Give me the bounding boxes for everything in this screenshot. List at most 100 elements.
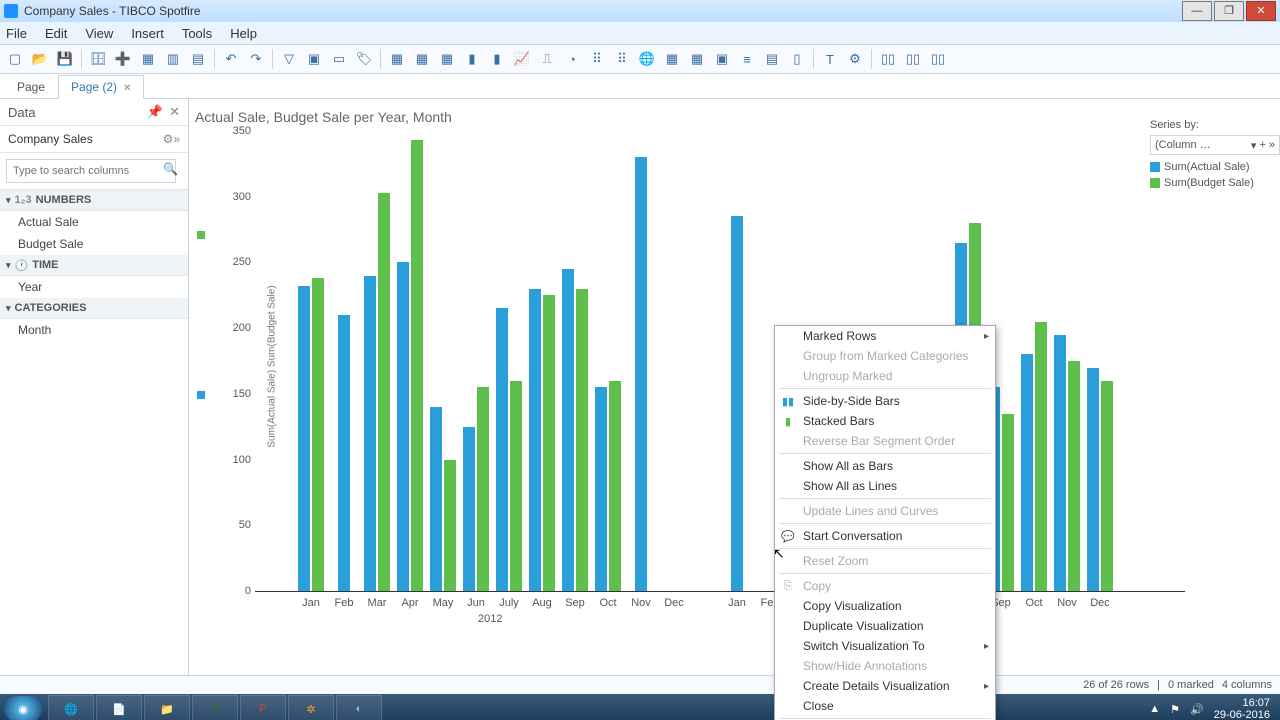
tray-clock[interactable]: 16:07 29-06-2016	[1214, 697, 1270, 720]
column-actual-sale[interactable]: Actual Sale	[0, 211, 188, 233]
data-icon[interactable]: 🗄	[87, 48, 109, 70]
undo-icon[interactable]: ↶	[220, 48, 242, 70]
pin-icon[interactable]: 📌	[147, 104, 163, 120]
close-button[interactable]: ✕	[1246, 1, 1276, 21]
layout-icon[interactable]: ▯▯	[902, 48, 924, 70]
text-icon[interactable]: T	[819, 48, 841, 70]
section-time[interactable]: ▾🕐TIME	[0, 255, 188, 276]
ctx-dup-vis[interactable]: Duplicate Visualization	[775, 616, 995, 636]
tab-page1[interactable]: Page	[4, 75, 58, 98]
add-icon[interactable]: ➕	[112, 48, 134, 70]
gear-icon[interactable]: ⚙»	[163, 132, 180, 146]
menu-file[interactable]: File	[6, 26, 27, 41]
chart-plot[interactable]: 050100150200250300350 Sum(Actual Sale) S…	[255, 131, 1185, 591]
menu-edit[interactable]: Edit	[45, 26, 67, 41]
tab-page2[interactable]: Page (2)✕	[58, 75, 144, 99]
tray-flag-icon[interactable]: ▲	[1149, 703, 1160, 715]
ctx-side-by-side[interactable]: ▮▮Side-by-Side Bars	[775, 391, 995, 411]
task-explorer[interactable]: 📁	[144, 695, 190, 720]
pie-icon[interactable]: ◔	[561, 48, 583, 70]
ctx-update-lines: Update Lines and Curves	[775, 501, 995, 521]
combo-icon[interactable]: ⎍	[536, 48, 558, 70]
menu-help[interactable]: Help	[230, 26, 257, 41]
start-button[interactable]: ◉	[4, 696, 42, 720]
task-powerpoint[interactable]: P	[240, 695, 286, 720]
ctx-marked-rows[interactable]: Marked Rows▸	[775, 326, 995, 346]
close-icon[interactable]: ✕	[169, 104, 180, 120]
ctx-close[interactable]: Close	[775, 696, 995, 716]
parallel-icon[interactable]: ≡	[736, 48, 758, 70]
tool-icon[interactable]: ▤	[187, 48, 209, 70]
data-panel-title: Data	[8, 105, 35, 120]
graphtable-icon[interactable]: ▦	[436, 48, 458, 70]
tool-icon[interactable]: ▥	[162, 48, 184, 70]
filter-icon[interactable]: ▽	[278, 48, 300, 70]
scatter-icon[interactable]: ⠿	[586, 48, 608, 70]
axis-swatch-budget	[197, 231, 205, 239]
ctx-group: Group from Marked Categories	[775, 346, 995, 366]
redo-icon[interactable]: ↷	[245, 48, 267, 70]
chart-title: Actual Sale, Budget Sale per Year, Month	[195, 109, 1270, 125]
tray-volume-icon[interactable]: 🔊	[1190, 703, 1204, 716]
gear-icon[interactable]: ⚙	[844, 48, 866, 70]
tool-icon[interactable]: ▦	[137, 48, 159, 70]
status-marked: 0 marked	[1168, 679, 1214, 691]
close-icon[interactable]: ✕	[123, 83, 131, 94]
year-2012: 2012	[478, 613, 502, 625]
task-notepad[interactable]: 📄	[96, 695, 142, 720]
ctx-show-bars[interactable]: Show All as Bars	[775, 456, 995, 476]
ctx-reset-zoom: Reset Zoom	[775, 551, 995, 571]
toolbar: ▢ 📂 💾 🗄 ➕ ▦ ▥ ▤ ↶ ↷ ▽ ▣ ▭ 🏷 ▦ ▦ ▦ ▮ ▮ 📈 …	[0, 45, 1280, 74]
task-spotfire[interactable]: ◐	[336, 695, 382, 720]
treemap-icon[interactable]: ▦	[661, 48, 683, 70]
box-icon[interactable]: ▯	[786, 48, 808, 70]
marker-icon[interactable]: ▣	[303, 48, 325, 70]
task-chrome[interactable]: 🌐	[48, 695, 94, 720]
column-month[interactable]: Month	[0, 319, 188, 341]
layout-icon[interactable]: ▯▯	[927, 48, 949, 70]
copy-icon: ⎘	[781, 579, 795, 593]
crosstab-icon[interactable]: ▦	[411, 48, 433, 70]
line-icon[interactable]: 📈	[511, 48, 533, 70]
section-numbers[interactable]: ▾1₂3NUMBERS	[0, 190, 188, 211]
task-gotomeeting[interactable]: ✲	[288, 695, 334, 720]
open-icon[interactable]: 📂	[29, 48, 51, 70]
save-icon[interactable]: 💾	[54, 48, 76, 70]
new-icon[interactable]: ▢	[4, 48, 26, 70]
layout-icon[interactable]: ▯▯	[877, 48, 899, 70]
legend-series-by: Series by:	[1150, 119, 1280, 131]
summary-icon[interactable]: ▤	[761, 48, 783, 70]
search-input[interactable]	[6, 159, 176, 183]
column-year[interactable]: Year	[0, 276, 188, 298]
ctx-start-conversation[interactable]: 💬Start Conversation	[775, 526, 995, 546]
scatter3d-icon[interactable]: ⠿	[611, 48, 633, 70]
column-budget-sale[interactable]: Budget Sale	[0, 233, 188, 255]
map-icon[interactable]: 🌐	[636, 48, 658, 70]
axis-swatch-actual	[197, 391, 205, 399]
page-icon[interactable]: ▭	[328, 48, 350, 70]
datasource-name[interactable]: Company Sales	[8, 132, 93, 146]
task-excel[interactable]: X	[192, 695, 238, 720]
ctx-create-details[interactable]: Create Details Visualization▸	[775, 676, 995, 696]
menu-tools[interactable]: Tools	[182, 26, 212, 41]
ctx-switch-vis[interactable]: Switch Visualization To▸	[775, 636, 995, 656]
ctx-copy-vis[interactable]: Copy Visualization	[775, 596, 995, 616]
waterfall-icon[interactable]: ▮	[486, 48, 508, 70]
status-rows: 26 of 26 rows	[1083, 679, 1149, 691]
bar-icon[interactable]: ▮	[461, 48, 483, 70]
menu-view[interactable]: View	[85, 26, 113, 41]
table-icon[interactable]: ▦	[386, 48, 408, 70]
menubar: File Edit View Insert Tools Help	[0, 22, 1280, 45]
ctx-show-lines[interactable]: Show All as Lines	[775, 476, 995, 496]
search-icon[interactable]: 🔍	[163, 162, 178, 176]
ctx-stacked[interactable]: ▮Stacked Bars	[775, 411, 995, 431]
minimize-button[interactable]: —	[1182, 1, 1212, 21]
section-categories[interactable]: ▾CATEGORIES	[0, 298, 188, 319]
tag-icon[interactable]: 🏷	[353, 48, 375, 70]
tray-flag-icon[interactable]: ⚑	[1170, 703, 1180, 716]
heatmap-icon[interactable]: ▦	[686, 48, 708, 70]
chevron-down-icon: ▾	[1251, 139, 1257, 152]
kpi-icon[interactable]: ▣	[711, 48, 733, 70]
menu-insert[interactable]: Insert	[131, 26, 164, 41]
maximize-button[interactable]: ❐	[1214, 1, 1244, 21]
